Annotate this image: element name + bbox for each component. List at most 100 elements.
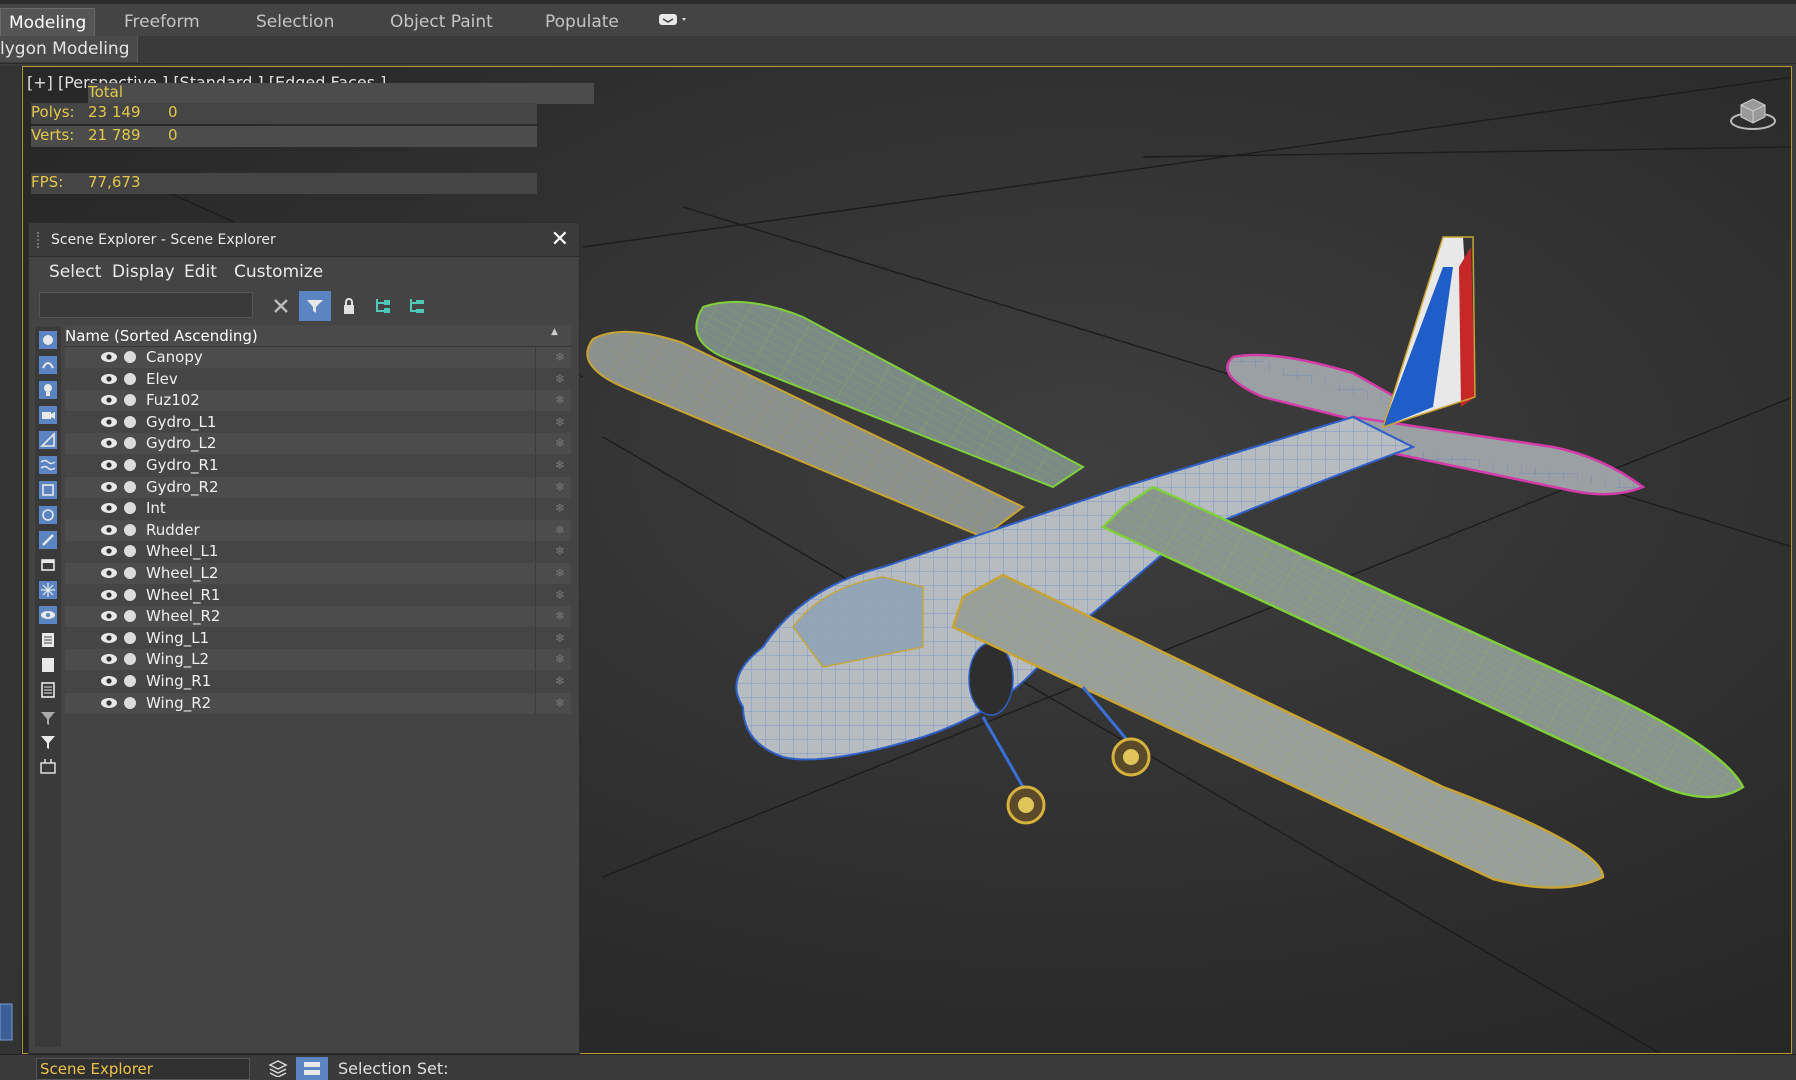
freeze-icon[interactable]: ❄ [555,523,567,537]
rudder[interactable] [1381,236,1476,429]
list-item[interactable]: Wheel_R2 ❄ [65,606,571,628]
lock-button[interactable] [333,291,365,321]
geometry-filter-icon[interactable] [39,331,57,349]
list-item[interactable]: Fuz102 ❄ [65,390,571,412]
list-item[interactable]: Rudder ❄ [65,519,571,541]
hidden-filter-icon[interactable] [39,606,57,624]
freeze-icon[interactable]: ❄ [555,480,567,494]
tab-populate[interactable]: Populate [545,8,619,36]
list-item[interactable]: Wing_R1 ❄ [65,671,571,692]
visibility-eye-icon[interactable] [100,652,118,666]
renderable-dot-icon[interactable] [124,588,136,601]
visibility-eye-icon[interactable] [100,631,118,645]
visibility-eye-icon[interactable] [100,544,118,558]
wing-lower-right[interactable] [951,573,1605,889]
freeze-icon[interactable]: ❄ [555,674,567,688]
xrefs-filter-icon[interactable] [39,506,57,524]
list-item[interactable]: Gydro_L1 ❄ [65,411,571,433]
list-item[interactable]: Elev ❄ [65,368,571,390]
tab-object-paint[interactable]: Object Paint [390,8,493,36]
renderable-dot-icon[interactable] [124,675,136,687]
renderable-dot-icon[interactable] [124,653,136,666]
search-input[interactable] [39,292,253,318]
explorer-selector-dropdown[interactable]: Scene Explorer [36,1058,250,1080]
visibility-eye-icon[interactable] [100,372,118,386]
freeze-icon[interactable]: ❄ [555,501,567,515]
visibility-eye-icon[interactable] [100,458,118,472]
viewcube-icon[interactable] [1729,87,1777,131]
filter-funnel-icon[interactable] [39,733,57,751]
renderable-dot-icon[interactable] [124,610,136,623]
visibility-eye-icon[interactable] [100,436,118,450]
freeze-icon[interactable]: ❄ [555,393,567,407]
list-item[interactable]: Gydro_L2 ❄ [65,433,571,455]
visibility-eye-icon[interactable] [100,480,118,494]
tab-selection[interactable]: Selection [256,8,334,36]
menu-select[interactable]: Select [49,262,101,282]
renderable-dot-icon[interactable] [124,502,136,515]
freeze-icon[interactable]: ❄ [555,458,567,472]
freeze-icon[interactable]: ❄ [555,609,567,623]
bones-filter-icon[interactable] [39,531,57,549]
freeze-icon[interactable]: ❄ [555,544,567,558]
select-invert-icon[interactable] [39,681,57,699]
menu-display[interactable]: Display [112,262,175,282]
renderable-dot-icon[interactable] [124,459,136,471]
list-item[interactable]: Wing_L2 ❄ [65,649,571,671]
visibility-eye-icon[interactable] [100,696,118,710]
visibility-eye-icon[interactable] [100,393,118,407]
renderable-dot-icon[interactable] [124,372,136,385]
renderable-dot-icon[interactable] [124,696,136,709]
select-none-icon[interactable] [39,656,57,674]
freeze-icon[interactable]: ❄ [555,415,567,429]
menu-edit[interactable]: Edit [184,262,217,282]
groups-filter-icon[interactable] [39,481,57,499]
column-name-header[interactable]: Name (Sorted Ascending) [65,327,258,345]
list-item[interactable]: Gydro_R2 ❄ [65,476,571,498]
tab-modeling[interactable]: Modeling [0,8,96,36]
shapes-filter-icon[interactable] [39,356,57,374]
list-item[interactable]: Wing_R2 ❄ [65,692,571,714]
list-item[interactable]: Canopy ❄ [65,347,571,368]
visibility-eye-icon[interactable] [100,523,118,537]
renderable-dot-icon[interactable] [124,545,136,558]
renderable-dot-icon[interactable] [124,351,136,363]
visibility-eye-icon[interactable] [100,609,118,623]
space-warps-filter-icon[interactable] [39,456,57,474]
layers-icon[interactable] [268,1059,288,1077]
drag-handle-icon[interactable] [37,232,41,248]
freeze-icon[interactable]: ❄ [555,652,567,666]
hierarchy-mode-button[interactable] [296,1057,328,1080]
visibility-eye-icon[interactable] [100,566,118,580]
tab-freeform[interactable]: Freeform [124,8,200,36]
list-item[interactable]: Wheel_R1 ❄ [65,584,571,606]
list-item[interactable]: Gydro_R1 ❄ [65,455,571,476]
renderable-dot-icon[interactable] [124,437,136,450]
renderable-dot-icon[interactable] [124,523,136,536]
visibility-eye-icon[interactable] [100,674,118,688]
list-item[interactable]: Wheel_L1 ❄ [65,541,571,563]
freeze-icon[interactable]: ❄ [555,588,567,602]
renderable-dot-icon[interactable] [124,394,136,407]
visibility-eye-icon[interactable] [100,350,118,364]
layer-hierarchy-button[interactable] [401,291,433,321]
visibility-eye-icon[interactable] [100,588,118,602]
cameras-filter-icon[interactable] [39,406,57,424]
display-children-icon[interactable] [39,757,57,775]
freeze-icon[interactable]: ❄ [555,372,567,386]
renderable-dot-icon[interactable] [124,415,136,428]
list-item[interactable]: Wing_L1 ❄ [65,627,571,649]
containers-filter-icon[interactable] [39,556,57,574]
filter-funnel-clear-icon[interactable] [39,709,57,727]
freeze-icon[interactable]: ❄ [555,436,567,450]
renderable-dot-icon[interactable] [124,480,136,493]
renderable-dot-icon[interactable] [124,631,136,644]
menu-customize[interactable]: Customize [234,262,323,282]
select-all-icon[interactable] [39,631,57,649]
freeze-icon[interactable]: ❄ [555,696,567,710]
list-item[interactable]: Wheel_L2 ❄ [65,563,571,584]
viewport-menu-plus[interactable]: [+] [27,73,53,92]
freeze-icon[interactable]: ❄ [555,631,567,645]
tab-polygon-modeling[interactable]: lygon Modeling [0,36,139,62]
ribbon-options-dropdown[interactable] [658,10,692,38]
